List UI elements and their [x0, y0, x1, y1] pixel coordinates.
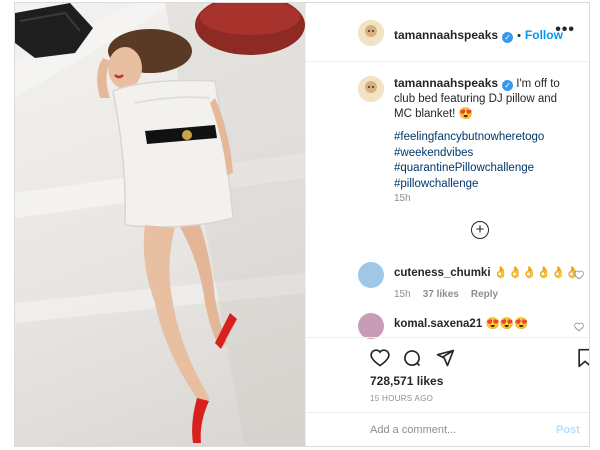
comment-icon[interactable]: [402, 348, 422, 368]
verified-badge-icon: ✓: [502, 32, 514, 43]
commenter-avatar[interactable]: [358, 262, 384, 288]
instagram-post-frame: tamannaahspeaks ✓ • Follow ••• tamannaahspe…: [14, 2, 590, 447]
caption-avatar[interactable]: [358, 76, 384, 102]
caption-timestamp: 15h: [394, 193, 411, 204]
post-timestamp[interactable]: 15 HOURS AGO: [370, 394, 433, 403]
comment-time: 15h: [394, 289, 411, 300]
post-photo-illustration: [15, 3, 305, 446]
commenter-avatar[interactable]: [358, 313, 384, 339]
comment-meta: 15h 37 likes Reply: [394, 289, 510, 300]
comment-username[interactable]: cuteness_chumki: [394, 267, 491, 279]
post-comment-button[interactable]: Post: [556, 424, 580, 436]
add-comment-bar: Post: [306, 412, 589, 446]
bookmark-icon[interactable]: [576, 348, 590, 368]
author-avatar[interactable]: [358, 20, 384, 46]
post-side-panel: tamannaahspeaks ✓ • Follow ••• tamannaahspe…: [305, 3, 590, 446]
caption-text: tamannaahspeaks ✓ I'm off to club bed fea…: [394, 76, 574, 122]
comment-input[interactable]: [370, 424, 540, 436]
heart-icon[interactable]: [370, 348, 390, 368]
caption-verified-icon: ✓: [502, 80, 514, 91]
likes-count[interactable]: 728,571 likes: [370, 374, 443, 388]
separator-dot: •: [517, 30, 521, 42]
plus-circle-icon[interactable]: +: [471, 221, 489, 239]
more-options-icon[interactable]: •••: [555, 21, 575, 39]
author-username[interactable]: tamannaahspeaks: [394, 28, 498, 42]
comment-line: cuteness_chumki 👌👌👌👌👌👌: [394, 265, 580, 279]
comment-username[interactable]: komal.saxena21: [394, 318, 482, 330]
comment-text: 😍😍😍: [485, 318, 529, 330]
post-actions: 728,571 likes 15 HOURS AGO Post: [306, 337, 590, 446]
comment-like-heart-icon[interactable]: [574, 270, 584, 280]
comment-likes[interactable]: 37 likes: [423, 289, 459, 300]
reply-button[interactable]: Reply: [471, 289, 498, 300]
comment-text: 👌👌👌👌👌👌: [493, 267, 580, 279]
post-photo[interactable]: [15, 3, 305, 446]
share-icon[interactable]: [435, 348, 455, 368]
comment-line: komal.saxena21 😍😍😍: [394, 316, 528, 330]
hashtag-link[interactable]: #weekendvibes: [394, 146, 544, 162]
hashtag-link[interactable]: #feelingfancybutnowheretogo: [394, 130, 544, 146]
hashtag-list: #feelingfancybutnowheretogo #weekendvibe…: [394, 130, 544, 192]
caption-username[interactable]: tamannaahspeaks: [394, 76, 498, 90]
hashtag-link[interactable]: #pillowchallenge: [394, 177, 544, 193]
hashtag-link[interactable]: #quarantinePillowchallenge: [394, 161, 544, 177]
comment-like-heart-icon[interactable]: [574, 322, 584, 332]
action-icons: [370, 348, 463, 373]
header-user-line: tamannaahspeaks ✓ • Follow: [394, 26, 563, 44]
